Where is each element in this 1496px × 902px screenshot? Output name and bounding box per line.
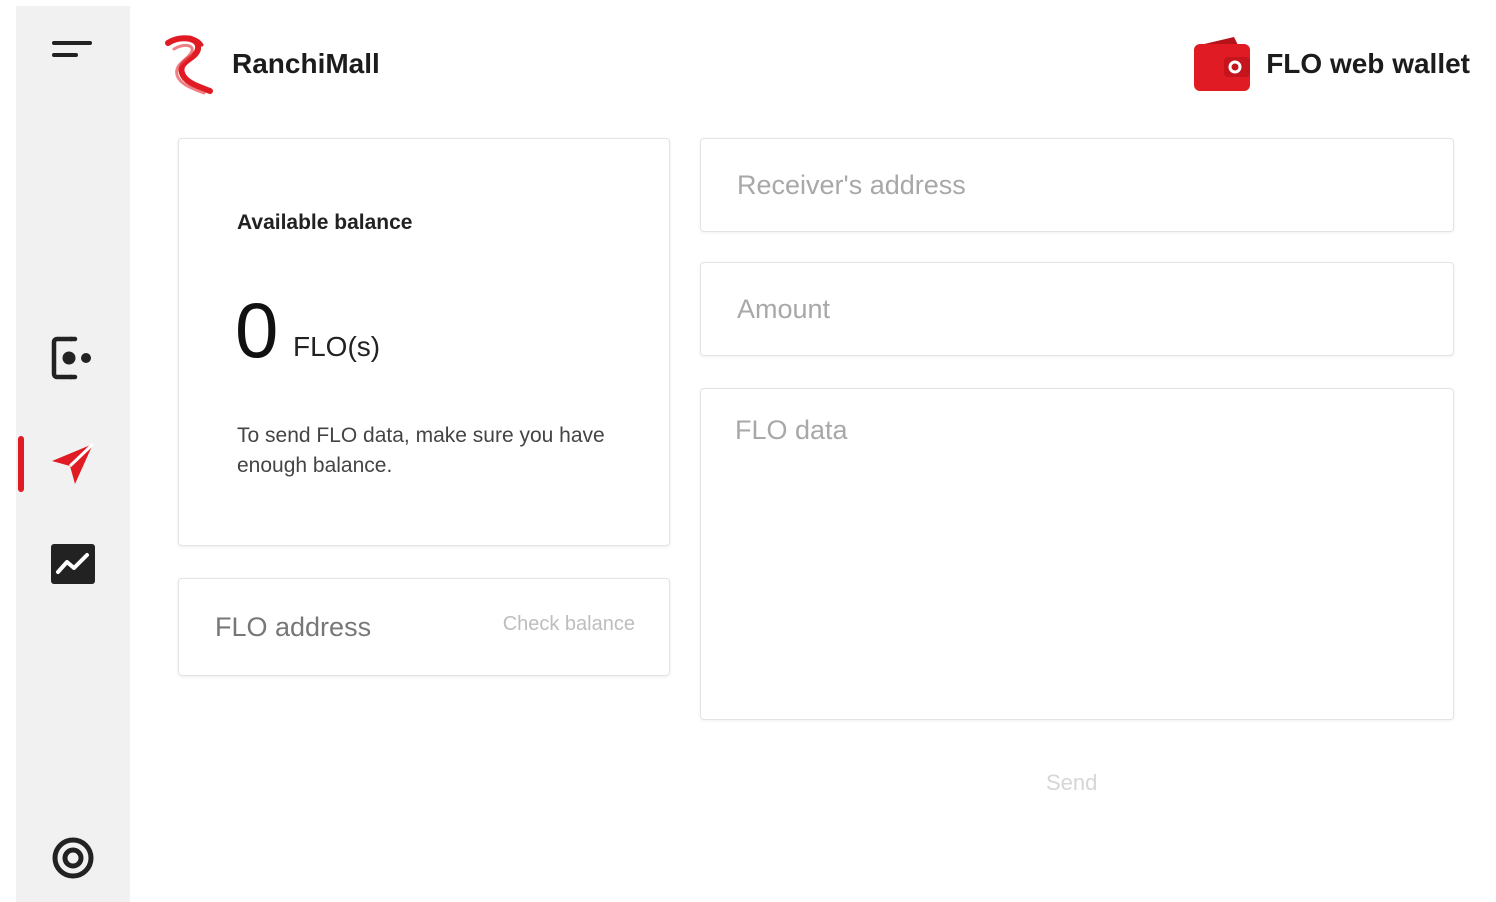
app-root: RanchiMall FLO web wallet Available bala…: [0, 0, 1496, 902]
send-button[interactable]: Send: [1046, 770, 1097, 796]
sidebar-item-contacts[interactable]: [16, 328, 130, 388]
app-title-text: FLO web wallet: [1266, 48, 1470, 79]
send-icon: [52, 442, 95, 484]
contacts-icon: [51, 336, 91, 380]
receiver-address-input[interactable]: [735, 169, 1419, 202]
settings-icon: [52, 837, 94, 879]
brand-name: RanchiMall: [232, 48, 380, 79]
sidebar-item-send[interactable]: [16, 434, 130, 494]
balance-unit: FLO(s): [293, 331, 381, 362]
address-check-card: Check balance: [178, 578, 670, 676]
balance-note: To send FLO data, make sure you have eno…: [237, 424, 605, 477]
sidebar: [16, 6, 130, 902]
sidebar-item-settings[interactable]: [16, 828, 130, 888]
app-title: FLO web wallet: [1192, 32, 1470, 96]
wallet-icon: [1194, 37, 1251, 91]
receiver-address-field: [700, 138, 1454, 232]
menu-icon: [52, 41, 92, 57]
flo-data-textarea[interactable]: [735, 415, 1415, 685]
monitor-chart-icon: [51, 544, 95, 584]
flo-data-field: [700, 388, 1454, 720]
balance-card: Available balance 0 FLO(s) To send FLO d…: [178, 138, 670, 546]
amount-field: [700, 262, 1454, 356]
sidebar-item-monitor[interactable]: [16, 534, 130, 594]
ranchimall-logo-icon: [165, 35, 213, 95]
amount-input[interactable]: [735, 293, 1419, 326]
menu-button[interactable]: [16, 22, 130, 82]
balance-label: Available balance: [237, 211, 413, 234]
flo-address-input[interactable]: [213, 610, 467, 644]
balance-value: 0: [235, 286, 279, 374]
brand: RanchiMall: [160, 32, 380, 96]
check-balance-button[interactable]: Check balance: [503, 613, 635, 636]
